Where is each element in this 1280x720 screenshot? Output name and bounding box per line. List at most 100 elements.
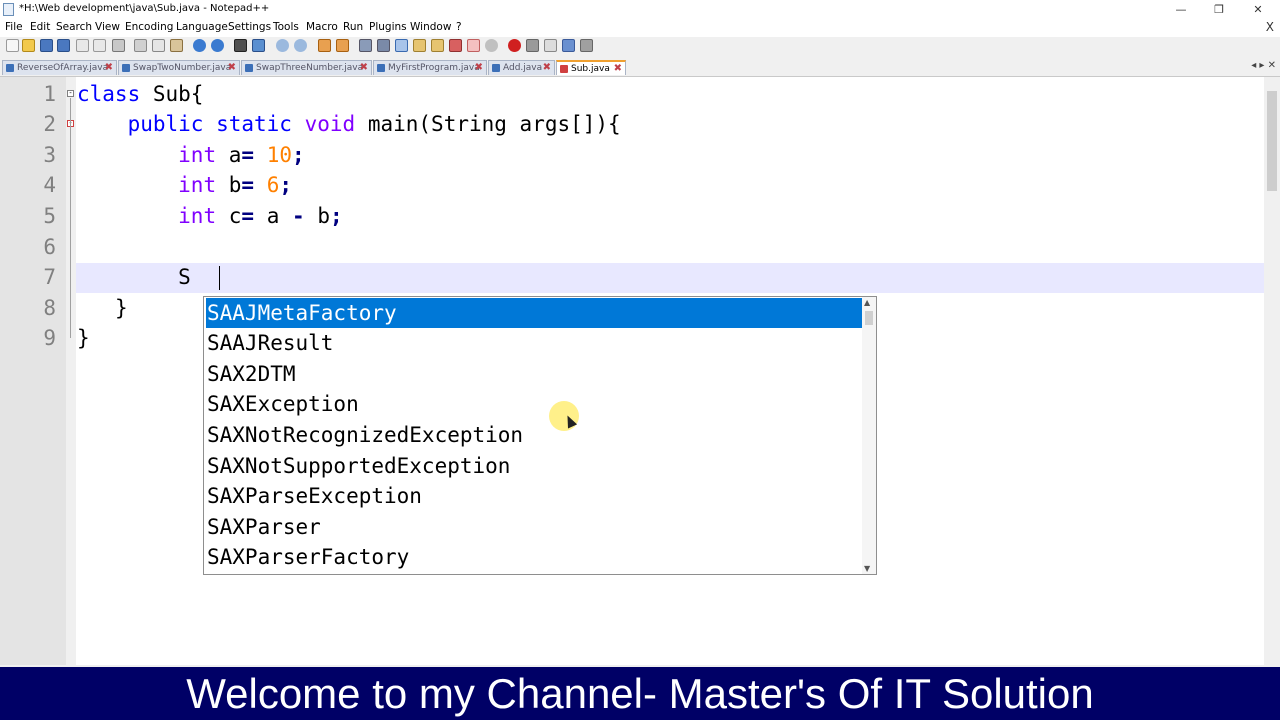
zoom-out-icon[interactable] [294,39,307,52]
close-file-icon[interactable] [76,39,89,52]
copy-icon[interactable] [152,39,165,52]
show-all-chars-icon[interactable] [377,39,390,52]
tab-close-icon[interactable]: ✖ [228,61,236,75]
tab-sub[interactable]: Sub.java ✖ [556,60,626,75]
close-document-button[interactable]: X [1266,20,1274,34]
tab-close-icon[interactable]: ✖ [543,61,551,75]
file-icon [245,64,253,72]
sync-horizontal-icon[interactable] [336,39,349,52]
operator: = [241,173,255,197]
undo-icon[interactable] [193,39,206,52]
autocomplete-item[interactable]: SAXParserFactory [206,542,863,572]
menu-settings[interactable]: Settings [228,21,271,33]
menu-window[interactable]: Window [410,21,451,33]
line-number-gutter: 1 2 3 4 5 6 7 8 9 [0,77,66,665]
menu-run[interactable]: Run [343,21,363,33]
code-text: a [228,143,242,167]
autocomplete-item[interactable]: SAXParseException [206,481,863,511]
new-file-icon[interactable] [6,39,19,52]
menu-file[interactable]: File [5,21,23,33]
code-line-5: int c= a - b; [77,201,343,231]
save-macro-icon[interactable] [580,39,593,52]
scrollbar-thumb[interactable] [1267,91,1277,191]
menu-language[interactable]: Language [176,21,228,33]
autocomplete-scrollbar[interactable]: ▲ ▼ [862,297,876,574]
tab-close-icon[interactable]: ✖ [105,61,113,75]
indent-guide-icon[interactable] [395,39,408,52]
run-macro-multiple-icon[interactable] [562,39,575,52]
fold-toggle-icon[interactable]: - [67,90,74,97]
vertical-scrollbar[interactable] [1264,77,1280,665]
line-number: 7 [43,265,56,289]
open-file-icon[interactable] [22,39,35,52]
menu-search[interactable]: Search [56,21,92,33]
menu-plugins[interactable]: Plugins [369,21,407,33]
redo-icon[interactable] [211,39,224,52]
menu-macro[interactable]: Macro [306,21,338,33]
sync-vertical-icon[interactable] [318,39,331,52]
tab-scroll-buttons[interactable]: ◂ ▸ ✕ [1251,60,1276,71]
scroll-down-icon[interactable]: ▼ [864,564,870,573]
tab-swapthreenumber[interactable]: SwapThreeNumber.java ✖ [241,60,372,75]
scroll-up-icon[interactable]: ▲ [864,298,870,307]
menu-view[interactable]: View [95,21,120,33]
fold-margin[interactable] [66,77,76,665]
function-list-icon[interactable] [449,39,462,52]
menu-bar: File Edit Search View Encoding Language … [0,19,1280,37]
save-all-icon[interactable] [57,39,70,52]
autocomplete-item[interactable]: SAX2DTM [206,359,863,389]
tab-label: SwapThreeNumber.java [256,63,364,73]
autocomplete-item[interactable]: SAXNotSupportedException [206,451,863,481]
file-icon [6,64,14,72]
keyword: int [178,143,217,167]
keyword: class [77,82,141,106]
tab-label: Add.java [503,63,543,73]
channel-banner: Welcome to my Channel- Master's Of IT So… [0,667,1280,720]
monitoring-icon[interactable] [485,39,498,52]
stop-record-icon[interactable] [526,39,539,52]
close-window-button[interactable]: ✕ [1240,0,1276,19]
autocomplete-list[interactable]: SAAJMetaFactory SAAJResult SAX2DTM SAXEx… [203,296,877,575]
record-macro-icon[interactable] [508,39,521,52]
autocomplete-item[interactable]: SAXException [206,389,863,419]
menu-tools[interactable]: Tools [273,21,299,33]
paste-icon[interactable] [170,39,183,52]
zoom-in-icon[interactable] [276,39,289,52]
line-number: 8 [43,296,56,320]
play-macro-icon[interactable] [544,39,557,52]
title-bar: *H:\Web development\java\Sub.java - Note… [0,0,1280,19]
code-text: a [266,204,280,228]
tab-reverseofarray[interactable]: ReverseOfArray.java ✖ [2,60,117,75]
save-icon[interactable] [40,39,53,52]
tab-close-icon[interactable]: ✖ [475,61,483,75]
print-icon[interactable] [112,39,125,52]
cut-icon[interactable] [134,39,147,52]
tab-swaptwonumber[interactable]: SwapTwoNumber.java ✖ [118,60,240,75]
replace-icon[interactable] [252,39,265,52]
find-icon[interactable] [234,39,247,52]
autocomplete-item[interactable]: SAXNotRecognizedException [206,420,863,450]
lang-udl-icon[interactable] [413,39,426,52]
tab-add[interactable]: Add.java ✖ [488,60,555,75]
scrollbar-thumb[interactable] [865,311,873,325]
autocomplete-item[interactable]: SAAJMetaFactory [206,298,863,328]
tab-myfirstprogram[interactable]: MyFirstProgram.java ✖ [373,60,487,75]
tab-close-icon[interactable]: ✖ [614,62,622,76]
minimize-button[interactable]: — [1163,0,1199,19]
tab-close-icon[interactable]: ✖ [360,61,368,75]
code-text: b [228,173,242,197]
menu-encoding[interactable]: Encoding [125,21,173,33]
restore-button[interactable]: ❐ [1201,0,1237,19]
code-line-8: } [77,293,128,323]
menu-help[interactable]: ? [456,21,462,33]
operator: ; [279,173,293,197]
word-wrap-icon[interactable] [359,39,372,52]
keyword: public [127,112,204,136]
folder-workspace-icon[interactable] [467,39,480,52]
menu-edit[interactable]: Edit [30,21,50,33]
operator: - [292,204,305,228]
autocomplete-item[interactable]: SAXParser [206,512,863,542]
autocomplete-item[interactable]: SAAJResult [206,328,863,358]
close-all-icon[interactable] [93,39,106,52]
doc-map-icon[interactable] [431,39,444,52]
